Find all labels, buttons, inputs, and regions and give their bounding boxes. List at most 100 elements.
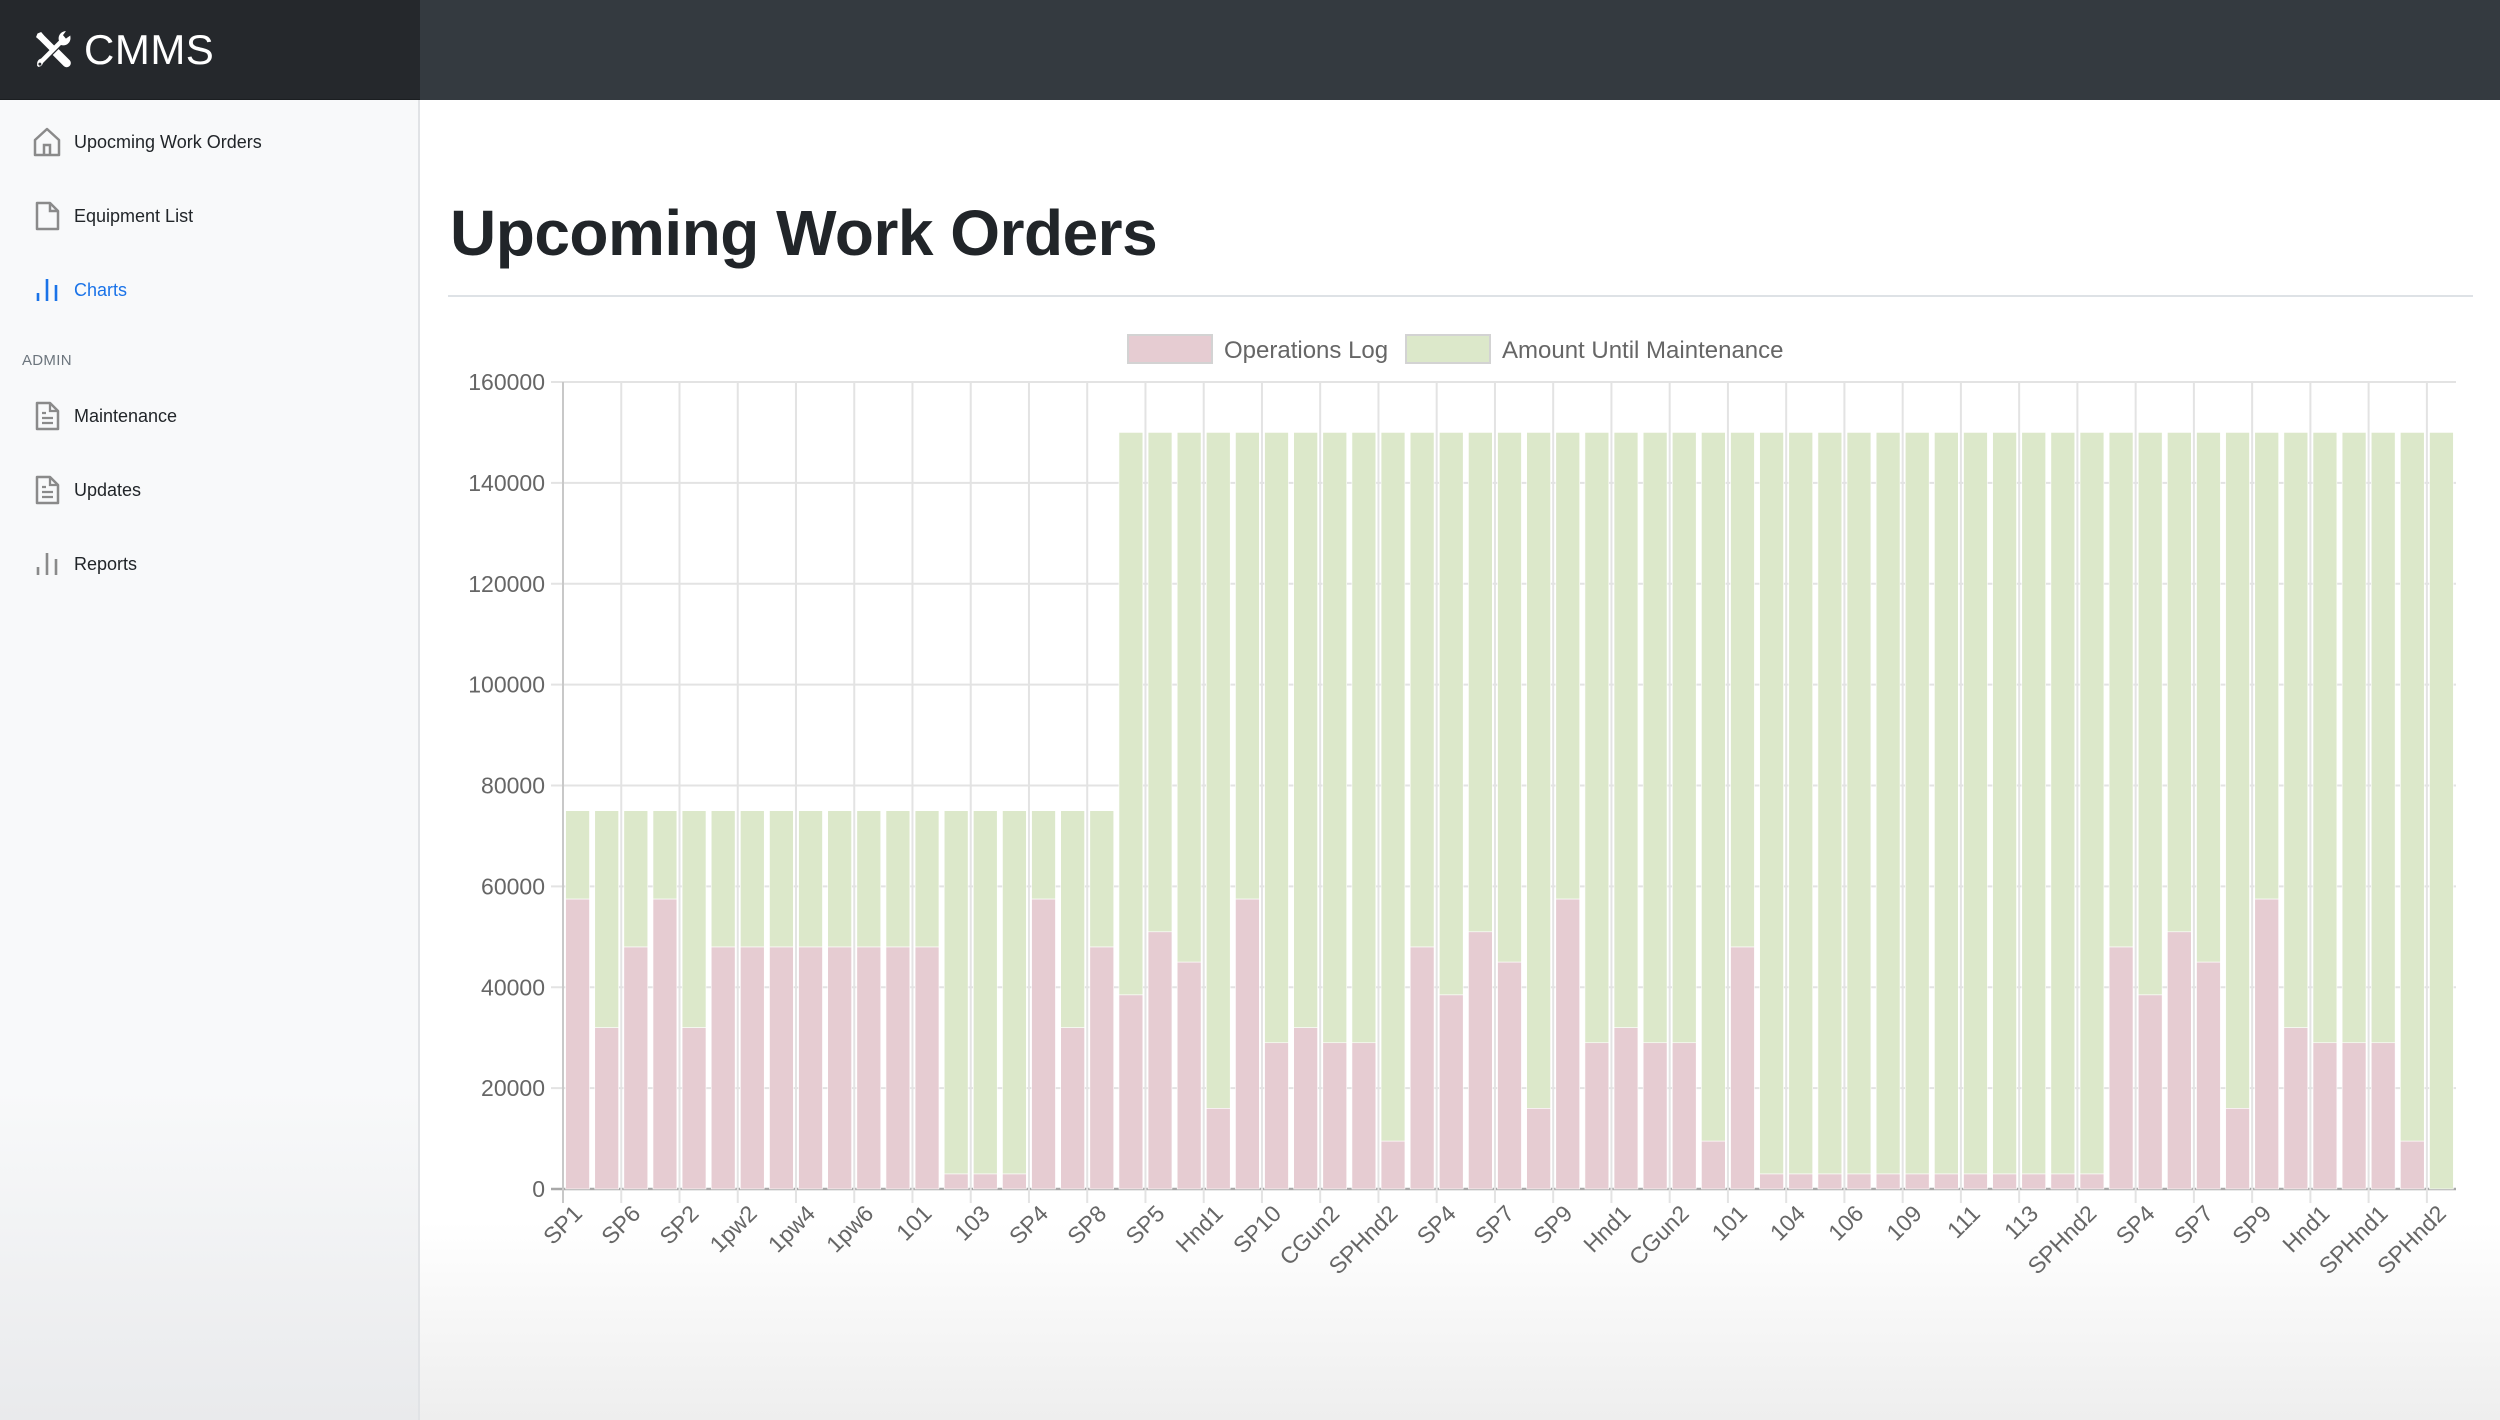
bar-operations-log[interactable] bbox=[1642, 1042, 1668, 1190]
bar-operations-log[interactable] bbox=[1293, 1027, 1318, 1190]
bar-amount-until-maintenance[interactable] bbox=[2225, 432, 2250, 1109]
bar-amount-until-maintenance[interactable] bbox=[1701, 432, 1726, 1142]
bar-operations-log[interactable] bbox=[914, 946, 940, 1190]
bar-operations-log[interactable] bbox=[943, 1173, 969, 1190]
bar-amount-until-maintenance[interactable] bbox=[1992, 432, 2017, 1175]
bar-operations-log[interactable] bbox=[1846, 1173, 1872, 1190]
bar-amount-until-maintenance[interactable] bbox=[1002, 810, 1027, 1175]
bar-amount-until-maintenance[interactable] bbox=[740, 810, 765, 948]
bar-operations-log[interactable] bbox=[1584, 1042, 1610, 1190]
bar-amount-until-maintenance[interactable] bbox=[1875, 432, 1901, 1175]
bar-amount-until-maintenance[interactable] bbox=[1934, 432, 1959, 1175]
bar-amount-until-maintenance[interactable] bbox=[769, 810, 794, 948]
bar-amount-until-maintenance[interactable] bbox=[2341, 432, 2367, 1044]
bar-operations-log[interactable] bbox=[1031, 898, 1056, 1190]
bar-amount-until-maintenance[interactable] bbox=[1904, 432, 1930, 1175]
bar-operations-log[interactable] bbox=[710, 946, 736, 1190]
bar-operations-log[interactable] bbox=[2021, 1173, 2046, 1190]
bar-amount-until-maintenance[interactable] bbox=[885, 810, 911, 948]
bar-operations-log[interactable] bbox=[1817, 1173, 1843, 1190]
bar-operations-log[interactable] bbox=[623, 946, 649, 1190]
legend-swatch[interactable] bbox=[1405, 334, 1491, 364]
bar-amount-until-maintenance[interactable] bbox=[2370, 432, 2396, 1044]
bar-amount-until-maintenance[interactable] bbox=[710, 810, 736, 948]
bar-operations-log[interactable] bbox=[1875, 1173, 1901, 1190]
bar-operations-log[interactable] bbox=[1788, 1173, 1813, 1190]
bar-operations-log[interactable] bbox=[1526, 1108, 1551, 1190]
bar-operations-log[interactable] bbox=[1089, 946, 1115, 1190]
bar-amount-until-maintenance[interactable] bbox=[2021, 432, 2046, 1175]
bar-amount-until-maintenance[interactable] bbox=[1846, 432, 1872, 1175]
bar-amount-until-maintenance[interactable] bbox=[1788, 432, 1813, 1175]
bar-operations-log[interactable] bbox=[798, 946, 823, 1190]
bar-operations-log[interactable] bbox=[856, 946, 882, 1190]
bar-operations-log[interactable] bbox=[1497, 961, 1522, 1190]
bar-operations-log[interactable] bbox=[769, 946, 794, 1190]
bar-operations-log[interactable] bbox=[1963, 1173, 1988, 1190]
bar-operations-log[interactable] bbox=[1147, 931, 1173, 1190]
bar-operations-log[interactable] bbox=[565, 898, 590, 1190]
bar-amount-until-maintenance[interactable] bbox=[2283, 432, 2309, 1028]
bar-operations-log[interactable] bbox=[2225, 1108, 2250, 1190]
bar-amount-until-maintenance[interactable] bbox=[623, 810, 649, 948]
bar-operations-log[interactable] bbox=[1002, 1173, 1027, 1190]
bar-amount-until-maintenance[interactable] bbox=[1293, 432, 1318, 1028]
bar-operations-log[interactable] bbox=[740, 946, 765, 1190]
bar-amount-until-maintenance[interactable] bbox=[1089, 810, 1115, 948]
bar-operations-log[interactable] bbox=[1351, 1042, 1377, 1190]
legend-label[interactable]: Amount Until Maintenance bbox=[1502, 337, 1783, 364]
bar-amount-until-maintenance[interactable] bbox=[1759, 432, 1784, 1175]
bar-amount-until-maintenance[interactable] bbox=[1526, 432, 1551, 1109]
bar-amount-until-maintenance[interactable] bbox=[1671, 432, 1697, 1044]
bar-amount-until-maintenance[interactable] bbox=[1584, 432, 1610, 1044]
bar-operations-log[interactable] bbox=[827, 946, 852, 1190]
bar-amount-until-maintenance[interactable] bbox=[652, 810, 678, 900]
bar-operations-log[interactable] bbox=[1613, 1027, 1639, 1190]
bar-amount-until-maintenance[interactable] bbox=[2196, 432, 2221, 963]
bar-amount-until-maintenance[interactable] bbox=[1817, 432, 1843, 1175]
legend-swatch[interactable] bbox=[1127, 334, 1213, 364]
bar-amount-until-maintenance[interactable] bbox=[1351, 432, 1377, 1044]
bar-operations-log[interactable] bbox=[1759, 1173, 1784, 1190]
bar-operations-log[interactable] bbox=[1176, 961, 1202, 1190]
bar-amount-until-maintenance[interactable] bbox=[856, 810, 882, 948]
bar-operations-log[interactable] bbox=[1235, 898, 1260, 1190]
bar-amount-until-maintenance[interactable] bbox=[1380, 432, 1406, 1142]
bar-operations-log[interactable] bbox=[1701, 1140, 1726, 1190]
bar-operations-log[interactable] bbox=[2167, 931, 2192, 1190]
bar-amount-until-maintenance[interactable] bbox=[2400, 432, 2425, 1142]
bar-amount-until-maintenance[interactable] bbox=[827, 810, 852, 948]
bar-operations-log[interactable] bbox=[1468, 931, 1493, 1190]
bar-operations-log[interactable] bbox=[1206, 1108, 1231, 1190]
bar-amount-until-maintenance[interactable] bbox=[2050, 432, 2076, 1175]
bar-operations-log[interactable] bbox=[1409, 946, 1435, 1190]
bar-amount-until-maintenance[interactable] bbox=[594, 810, 619, 1028]
bar-amount-until-maintenance[interactable] bbox=[2137, 432, 2163, 996]
bar-amount-until-maintenance[interactable] bbox=[914, 810, 940, 948]
bar-amount-until-maintenance[interactable] bbox=[2312, 432, 2338, 1044]
bar-amount-until-maintenance[interactable] bbox=[1409, 432, 1435, 948]
bar-amount-until-maintenance[interactable] bbox=[1555, 432, 1580, 900]
bar-amount-until-maintenance[interactable] bbox=[1060, 810, 1085, 1028]
bar-amount-until-maintenance[interactable] bbox=[1322, 432, 1348, 1044]
bar-operations-log[interactable] bbox=[2050, 1173, 2076, 1190]
bar-amount-until-maintenance[interactable] bbox=[798, 810, 823, 948]
bar-operations-log[interactable] bbox=[2079, 1173, 2105, 1190]
bar-amount-until-maintenance[interactable] bbox=[1468, 432, 1493, 933]
bar-amount-until-maintenance[interactable] bbox=[1235, 432, 1260, 900]
bar-operations-log[interactable] bbox=[1992, 1173, 2017, 1190]
bar-amount-until-maintenance[interactable] bbox=[943, 810, 969, 1175]
bar-amount-until-maintenance[interactable] bbox=[565, 810, 590, 900]
bar-operations-log[interactable] bbox=[1439, 994, 1464, 1190]
bar-amount-until-maintenance[interactable] bbox=[1642, 432, 1668, 1044]
bar-amount-until-maintenance[interactable] bbox=[1497, 432, 1522, 963]
bar-operations-log[interactable] bbox=[2283, 1027, 2309, 1190]
bar-operations-log[interactable] bbox=[1322, 1042, 1348, 1190]
bar-operations-log[interactable] bbox=[2108, 946, 2134, 1190]
bar-operations-log[interactable] bbox=[973, 1173, 998, 1190]
bar-amount-until-maintenance[interactable] bbox=[2079, 432, 2105, 1175]
bar-operations-log[interactable] bbox=[652, 898, 678, 1190]
bar-operations-log[interactable] bbox=[1380, 1140, 1406, 1190]
bar-operations-log[interactable] bbox=[1264, 1042, 1289, 1190]
bar-operations-log[interactable] bbox=[1060, 1027, 1085, 1190]
